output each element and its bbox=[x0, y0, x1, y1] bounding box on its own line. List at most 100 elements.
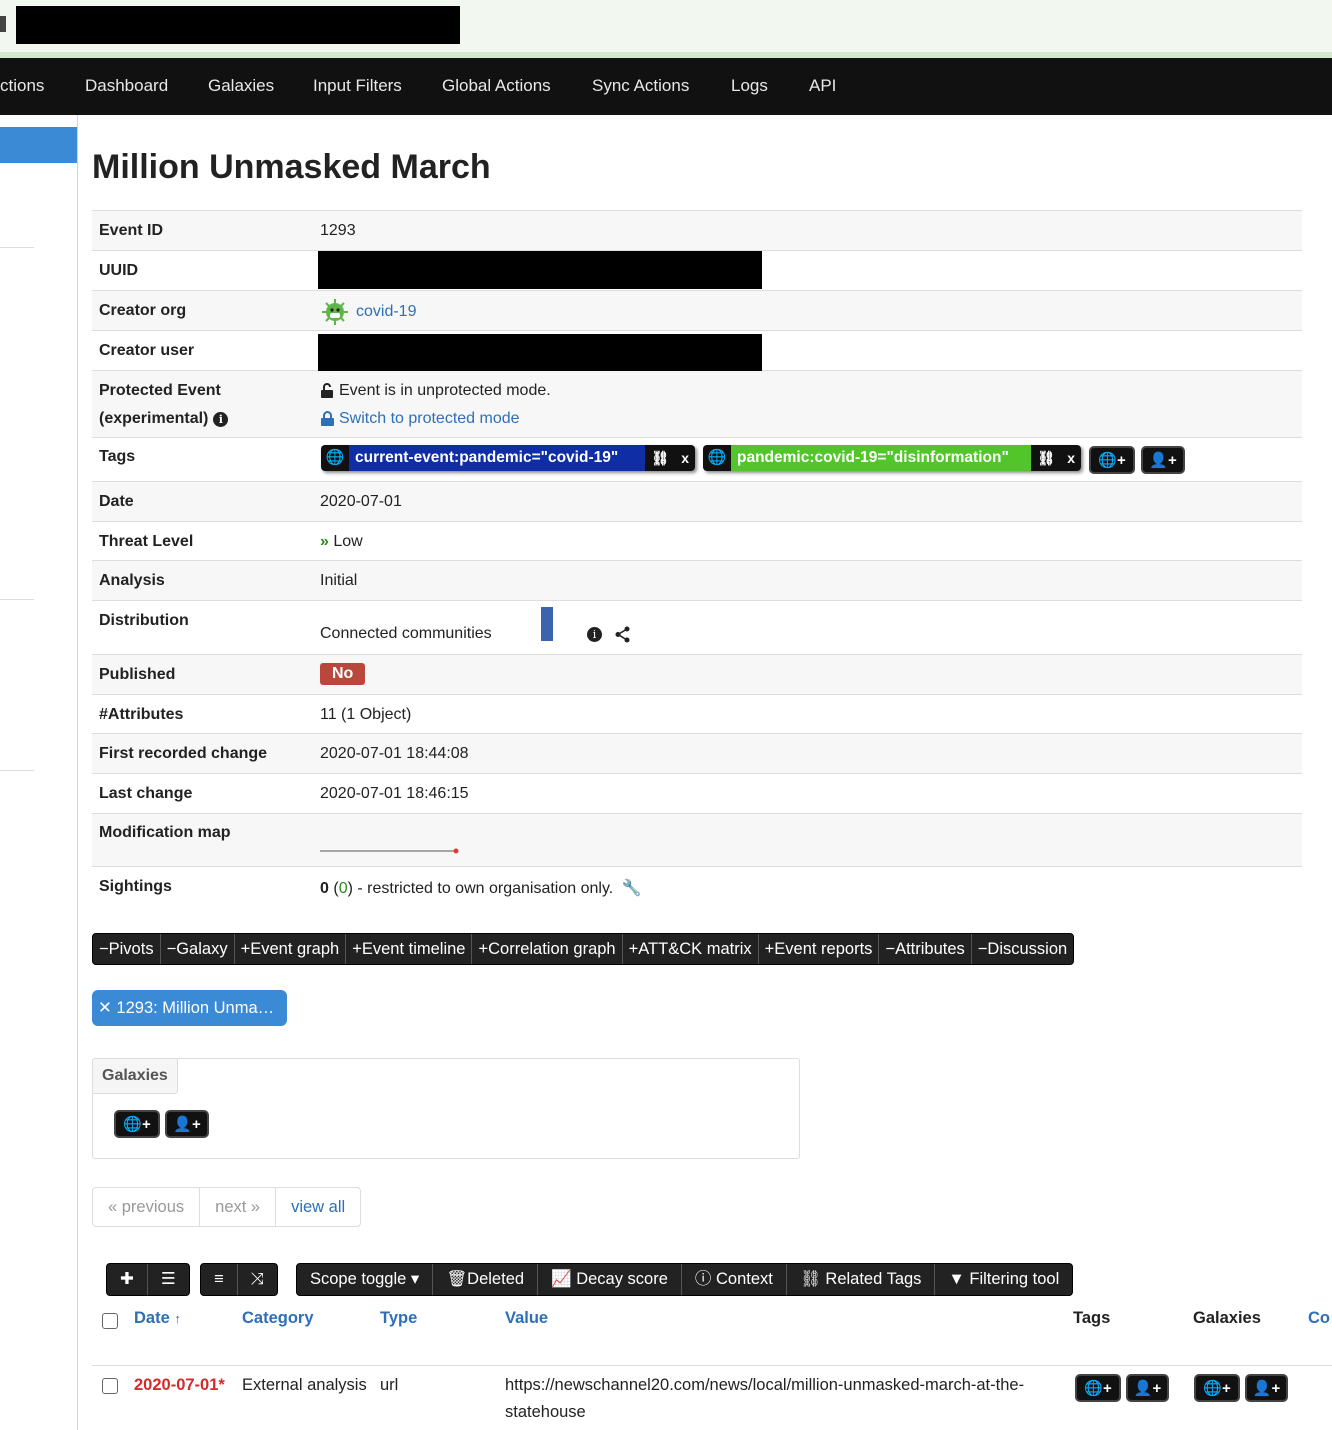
tag-current-event[interactable]: 🌐 current-event:pandemic="covid-19" ⛓ x bbox=[321, 445, 695, 471]
nav-item-galaxies[interactable]: Galaxies bbox=[208, 76, 274, 96]
nav-item-api[interactable]: API bbox=[809, 76, 836, 96]
relationship-icon[interactable]: ⛓ bbox=[1031, 445, 1062, 471]
relationship-icon[interactable]: ⛓ bbox=[645, 445, 676, 471]
side-menu bbox=[0, 115, 78, 1430]
globe-plus-icon: 🌐+ bbox=[1203, 1380, 1231, 1397]
creator-org-link[interactable]: covid-19 bbox=[356, 303, 416, 321]
switch-protected-text[interactable]: Switch to protected mode bbox=[339, 410, 520, 428]
attr-type: url bbox=[380, 1376, 399, 1394]
add-attribute-button[interactable]: ✚ bbox=[107, 1264, 148, 1295]
context-button[interactable]: ⓘ Context bbox=[682, 1264, 787, 1295]
attr-add-global-tag-button[interactable]: 🌐+ bbox=[1075, 1374, 1121, 1402]
toggle-label: Discussion bbox=[987, 940, 1068, 958]
add-local-galaxy-button[interactable]: 👤+ bbox=[165, 1110, 209, 1138]
tag-name[interactable]: current-event:pandemic="covid-19" bbox=[349, 445, 646, 471]
previous-page-link[interactable]: « previous bbox=[93, 1188, 201, 1226]
nav-item-input-filters[interactable]: Input Filters bbox=[313, 76, 402, 96]
toggle-label: Attributes bbox=[895, 940, 965, 958]
col-header-type[interactable]: Type bbox=[380, 1309, 417, 1328]
row-attributes: #Attributes 11 (1 Object) bbox=[92, 695, 1302, 734]
attr-add-local-galaxy-button[interactable]: 👤+ bbox=[1245, 1374, 1288, 1402]
toggle-event-timeline[interactable]: +Event timeline bbox=[346, 934, 473, 964]
plus-icon: ✚ bbox=[120, 1270, 134, 1288]
side-menu-active-item[interactable] bbox=[0, 127, 77, 163]
unlock-icon bbox=[321, 383, 333, 398]
filtering-tool-label: Filtering tool bbox=[969, 1270, 1060, 1288]
sightings-count: 0 bbox=[320, 880, 329, 897]
decay-score-label: Decay score bbox=[576, 1270, 668, 1288]
threat-level-value: » Low bbox=[320, 533, 363, 551]
col-header-category[interactable]: Category bbox=[242, 1309, 314, 1328]
list-view-button[interactable]: ☰ bbox=[148, 1264, 189, 1295]
row-creator-org: Creator org covid-19 bbox=[92, 291, 1302, 331]
info-icon[interactable]: i bbox=[213, 411, 229, 427]
tag-name[interactable]: pandemic:covid-19="disinformation" bbox=[731, 445, 1032, 471]
toggle-event-graph[interactable]: +Event graph bbox=[235, 934, 347, 964]
threat-level-label: Threat Level bbox=[99, 533, 194, 550]
tags-label: Tags bbox=[99, 448, 136, 465]
pivot-event-pill[interactable]: ✕ 1293: Million Unma… bbox=[92, 990, 287, 1026]
toggle-attributes[interactable]: −Attributes bbox=[879, 934, 972, 964]
info-icon: ⓘ bbox=[694, 1270, 712, 1288]
sightings-value: 0 (0) - restricted to own organisation o… bbox=[320, 878, 642, 898]
nav-item-logs[interactable]: Logs bbox=[731, 76, 768, 96]
filtering-tool-button[interactable]: ▼ Filtering tool bbox=[935, 1264, 1072, 1295]
side-menu-divider bbox=[0, 599, 34, 600]
attr-add-global-galaxy-button[interactable]: 🌐+ bbox=[1194, 1374, 1240, 1402]
user-plus-icon: 👤+ bbox=[173, 1116, 201, 1133]
nav-item-global-actions[interactable]: Global Actions bbox=[442, 76, 551, 96]
distribution-bar bbox=[541, 607, 553, 641]
switch-protected-link[interactable]: Switch to protected mode bbox=[320, 410, 520, 428]
col-header-value[interactable]: Value bbox=[505, 1309, 548, 1328]
wrench-icon[interactable]: 🔧 bbox=[622, 880, 642, 897]
redacted-uuid bbox=[318, 251, 762, 289]
attr-add-local-tag-button[interactable]: 👤+ bbox=[1126, 1374, 1169, 1402]
trash-icon: 🗑 bbox=[446, 1270, 468, 1288]
event-details-table: Event ID 1293 UUID Creator org covid-19 … bbox=[92, 210, 1302, 909]
toggle-galaxy[interactable]: −Galaxy bbox=[161, 934, 235, 964]
select-all-checkbox[interactable] bbox=[102, 1313, 118, 1329]
sightings-inner-count: 0 bbox=[338, 880, 348, 897]
align-button[interactable]: ≡ bbox=[201, 1264, 238, 1295]
next-page-link[interactable]: next » bbox=[200, 1188, 277, 1226]
align-left-icon: ≡ bbox=[214, 1270, 224, 1288]
plus-icon: + bbox=[352, 940, 362, 958]
attr-value-line1[interactable]: https://newschannel20.com/news/local/mil… bbox=[505, 1376, 1024, 1395]
add-local-tag-button[interactable]: 👤+ bbox=[1141, 446, 1185, 474]
nav-item-sync-actions[interactable]: Sync Actions bbox=[592, 76, 689, 96]
row-sightings: Sightings 0 (0) - restricted to own orga… bbox=[92, 867, 1302, 909]
nav-item-actions[interactable]: ctions bbox=[0, 76, 44, 96]
main-navbar: ctions Dashboard Galaxies Input Filters … bbox=[0, 58, 1332, 115]
col-header-date[interactable]: Date ↑ bbox=[134, 1309, 181, 1328]
toggle-label: Pivots bbox=[108, 940, 154, 958]
user-plus-icon: 👤+ bbox=[1252, 1380, 1281, 1397]
remove-tag-button[interactable]: x bbox=[1061, 445, 1081, 471]
toggle-event-reports[interactable]: +Event reports bbox=[759, 934, 880, 964]
toggle-discussion[interactable]: −Discussion bbox=[972, 934, 1073, 964]
remove-tag-button[interactable]: x bbox=[675, 445, 695, 471]
deleted-button[interactable]: 🗑Deleted bbox=[433, 1264, 539, 1295]
globe-icon: 🌐 bbox=[703, 445, 731, 471]
decay-score-button[interactable]: 📈 Decay score bbox=[538, 1264, 682, 1295]
toggle-pivots[interactable]: −Pivots bbox=[93, 934, 161, 964]
add-global-tag-button[interactable]: 🌐+ bbox=[1089, 446, 1135, 474]
attr-value-line2[interactable]: statehouse bbox=[505, 1403, 586, 1422]
toggle-correlation-graph[interactable]: +Correlation graph bbox=[472, 934, 623, 964]
virus-icon bbox=[322, 299, 348, 325]
related-tags-button[interactable]: ⛓ Related Tags bbox=[787, 1264, 936, 1295]
col-header-extra[interactable]: Co bbox=[1308, 1309, 1330, 1328]
scope-toggle-button[interactable]: Scope toggle ▾ bbox=[297, 1264, 434, 1295]
close-icon[interactable]: ✕ bbox=[98, 999, 112, 1017]
info-icon[interactable]: i bbox=[587, 627, 602, 642]
row-analysis: Analysis Initial bbox=[92, 561, 1302, 601]
nav-item-dashboard[interactable]: Dashboard bbox=[85, 76, 168, 96]
tag-disinformation[interactable]: 🌐 pandemic:covid-19="disinformation" ⛓ x bbox=[703, 445, 1081, 471]
view-all-link[interactable]: view all bbox=[276, 1188, 360, 1226]
add-global-galaxy-button[interactable]: 🌐+ bbox=[114, 1110, 160, 1138]
plus-icon: + bbox=[478, 940, 489, 958]
caret-down-icon: ▾ bbox=[410, 1270, 420, 1288]
share-icon[interactable] bbox=[615, 626, 631, 643]
row-checkbox[interactable] bbox=[102, 1378, 118, 1394]
shuffle-button[interactable]: ⤨ bbox=[238, 1264, 277, 1295]
toggle-attack-matrix[interactable]: +ATT&CK matrix bbox=[623, 934, 759, 964]
